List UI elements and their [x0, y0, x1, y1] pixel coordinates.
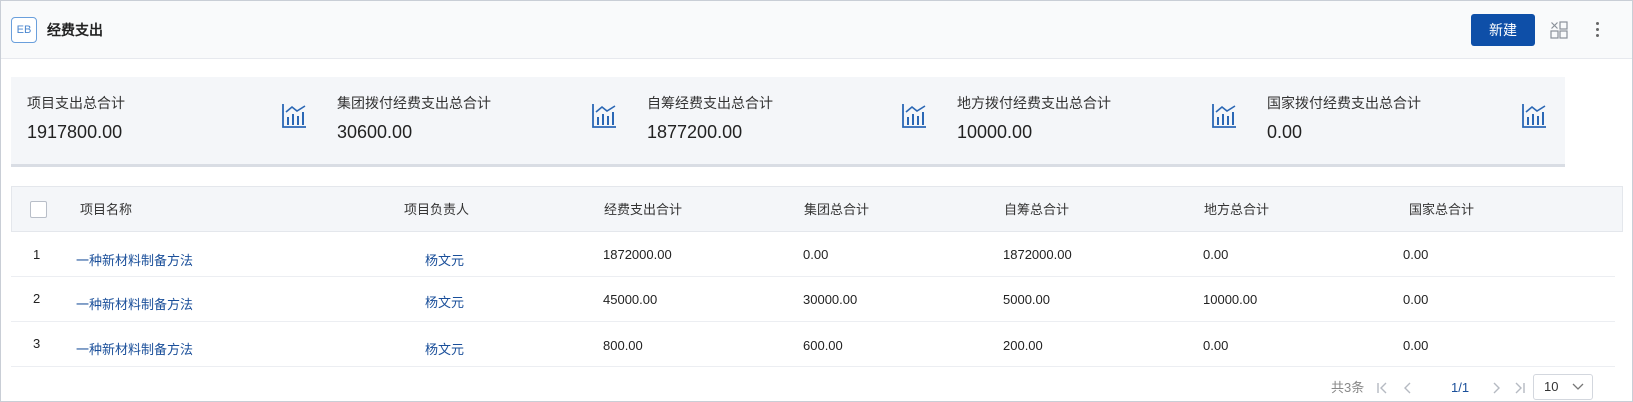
card-value: 30600.00: [337, 122, 413, 142]
card-value: 1917800.00: [27, 122, 123, 142]
pagination-total: 共3条: [1331, 380, 1365, 395]
owner-link[interactable]: 杨文元: [425, 341, 464, 359]
national-total-cell: 0.00: [1403, 292, 1429, 307]
self-total-cell: 5000.00: [1003, 292, 1050, 307]
card-value: 0.00: [1267, 122, 1303, 142]
table-row[interactable]: 1 一种新材料制备方法 杨文元 1872000.00 0.00 1872000.…: [11, 232, 1615, 277]
self-total-cell: 200.00: [1003, 338, 1043, 353]
chart-icon[interactable]: [281, 103, 307, 129]
summary-card-self-total: 自筹经费支出总合计 1877200.00: [631, 77, 945, 167]
app-frame: EB 经费支出 新建 项目支出总合计 1917800.00 集团拨付经费支出总合…: [0, 0, 1633, 402]
expense-table: 项目名称 项目负责人 经费支出合计 集团总合计 自筹总合计 地方总合计 国家总合…: [11, 186, 1623, 368]
summary-card-group-total: 集团拨付经费支出总合计 30600.00: [321, 77, 635, 167]
pagination-current-page: 1/1: [1451, 380, 1470, 395]
group-total-cell: 600.00: [803, 338, 843, 353]
more-options-icon[interactable]: [1591, 19, 1603, 41]
column-header-group-total[interactable]: 集团总合计: [804, 200, 869, 220]
column-header-project-name[interactable]: 项目名称: [80, 200, 132, 220]
card-value: 1877200.00: [647, 122, 743, 142]
column-header-local-total[interactable]: 地方总合计: [1204, 200, 1269, 220]
table-row[interactable]: 3 一种新材料制备方法 杨文元 800.00 600.00 200.00 0.0…: [11, 322, 1615, 367]
card-label: 地方拨付经费支出总合计: [957, 95, 1111, 111]
column-header-national-total[interactable]: 国家总合计: [1409, 200, 1474, 220]
local-total-cell: 10000.00: [1203, 292, 1258, 307]
table-row[interactable]: 2 一种新材料制备方法 杨文元 45000.00 30000.00 5000.0…: [11, 277, 1615, 322]
local-total-cell: 0.00: [1203, 247, 1229, 262]
chevron-down-icon: [1572, 383, 1584, 390]
expense-total-cell: 800.00: [603, 338, 643, 353]
next-page-icon[interactable]: [1489, 381, 1503, 395]
page-title: 经费支出: [47, 22, 103, 38]
select-all-checkbox[interactable]: [30, 201, 47, 218]
summary-card-national-total: 国家拨付经费支出总合计 0.00: [1251, 77, 1565, 167]
summary-card-project-total: 项目支出总合计 1917800.00: [11, 77, 325, 167]
card-value: 10000.00: [957, 122, 1033, 142]
group-total-cell: 30000.00: [803, 292, 858, 307]
table-header: 项目名称 项目负责人 经费支出合计 集团总合计 自筹总合计 地方总合计 国家总合…: [11, 186, 1623, 232]
chart-icon[interactable]: [591, 103, 617, 129]
national-total-cell: 0.00: [1403, 338, 1429, 353]
column-header-self-total[interactable]: 自筹总合计: [1004, 200, 1069, 220]
page-size-value: 10: [1544, 379, 1559, 394]
group-total-cell: 0.00: [803, 247, 829, 262]
project-name-link[interactable]: 一种新材料制备方法: [76, 296, 193, 314]
new-button[interactable]: 新建: [1471, 14, 1535, 46]
card-label: 自筹经费支出总合计: [647, 95, 773, 111]
column-header-expense-total[interactable]: 经费支出合计: [604, 200, 682, 220]
layout-toggle-icon[interactable]: [1550, 21, 1568, 39]
card-label: 集团拨付经费支出总合计: [337, 95, 491, 111]
self-total-cell: 1872000.00: [1003, 247, 1072, 262]
card-label: 国家拨付经费支出总合计: [1267, 95, 1421, 111]
project-name-link[interactable]: 一种新材料制备方法: [76, 252, 193, 270]
summary-card-local-total: 地方拨付经费支出总合计 10000.00: [941, 77, 1255, 167]
row-index: 3: [33, 336, 41, 351]
local-total-cell: 0.00: [1203, 338, 1229, 353]
page-size-select[interactable]: 10: [1533, 374, 1593, 400]
row-index: 1: [33, 247, 41, 262]
summary-cards: 项目支出总合计 1917800.00 集团拨付经费支出总合计 30600.00 …: [11, 77, 1623, 167]
last-page-icon[interactable]: [1513, 381, 1527, 395]
first-page-icon[interactable]: [1375, 381, 1389, 395]
page-header: EB 经费支出 新建: [1, 1, 1632, 59]
national-total-cell: 0.00: [1403, 247, 1429, 262]
expense-total-cell: 1872000.00: [603, 247, 672, 262]
chart-icon[interactable]: [1211, 103, 1237, 129]
card-label: 项目支出总合计: [27, 95, 125, 111]
project-name-link[interactable]: 一种新材料制备方法: [76, 341, 193, 359]
chart-icon[interactable]: [901, 103, 927, 129]
owner-link[interactable]: 杨文元: [425, 252, 464, 270]
chart-icon[interactable]: [1521, 103, 1547, 129]
row-index: 2: [33, 291, 41, 306]
prev-page-icon[interactable]: [1401, 381, 1415, 395]
column-header-owner[interactable]: 项目负责人: [404, 200, 469, 220]
app-logo-badge: EB: [11, 17, 37, 43]
owner-link[interactable]: 杨文元: [425, 294, 464, 312]
expense-total-cell: 45000.00: [603, 292, 658, 307]
